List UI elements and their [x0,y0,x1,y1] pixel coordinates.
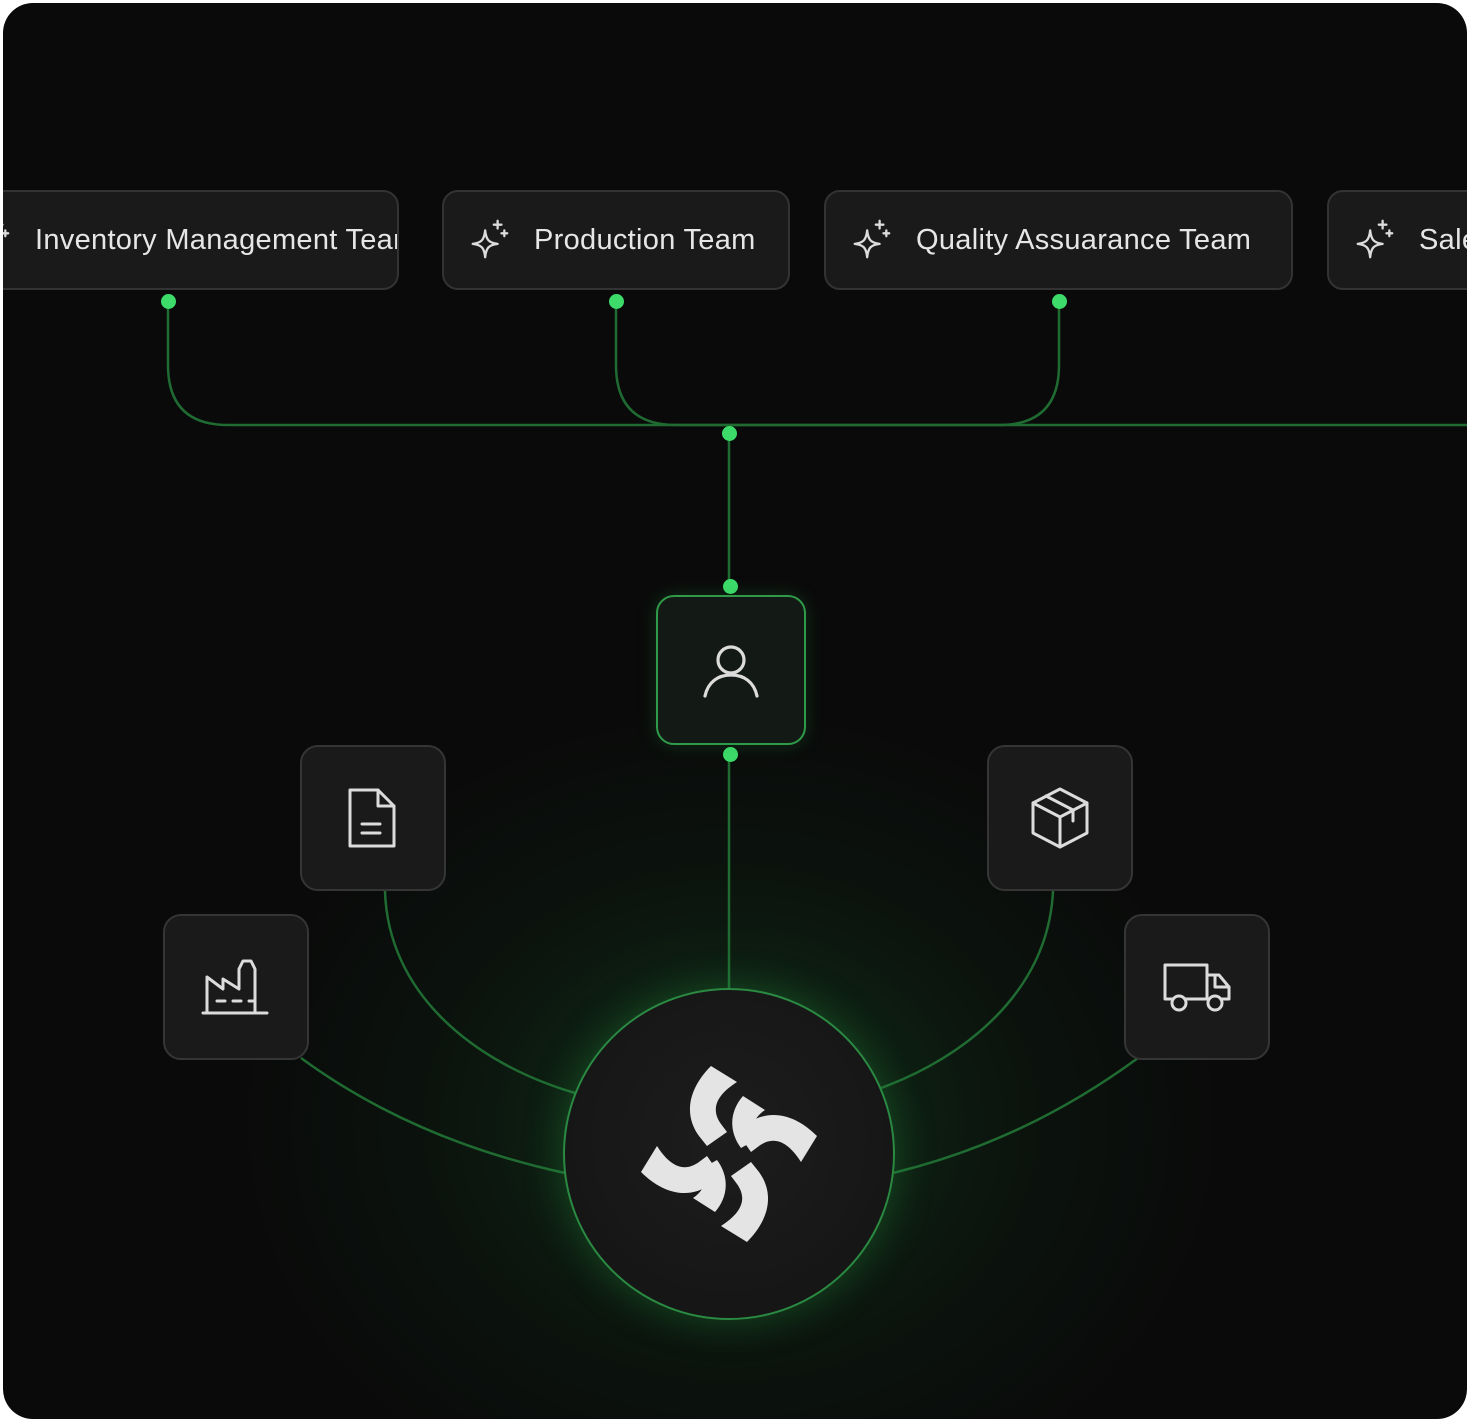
team-card-inventory[interactable]: Inventory Management Team [3,190,399,290]
connector-dot [722,578,738,594]
sparkle-icon [3,223,10,238]
sparkle-icon [853,219,891,259]
connector-dot [721,425,737,441]
user-icon [703,645,759,698]
wire-production [614,301,729,427]
sparkle-icon [1356,219,1394,259]
connector-dot [160,293,176,309]
wire-document-to-hub [383,890,576,1095]
team-label: Quality Assuarance Team [916,223,1252,256]
wire-package-to-hub [880,890,1055,1090]
agent-node[interactable] [656,595,806,745]
connector-dot [608,293,624,309]
sparkle-icon [471,219,509,259]
team-label: Production Team [534,223,756,256]
team-label: Sales Team [1419,223,1467,256]
connector-dot [1051,293,1067,309]
central-hub[interactable] [563,988,895,1320]
package-icon [1031,787,1089,849]
factory-icon [201,959,269,1015]
truck-node[interactable] [1124,914,1270,1060]
document-icon [348,788,396,848]
wire-inventory [166,301,729,427]
truck-icon [1163,963,1231,1012]
wire-truck-to-hub [892,1056,1139,1175]
document-node[interactable] [300,745,446,891]
wire-quality [729,301,1061,427]
team-card-quality[interactable]: Quality Assuarance Team [824,190,1293,290]
team-card-sales[interactable]: Sales Team [1327,190,1467,290]
diagram-canvas: Inventory Management Team Production Tea… [3,3,1467,1419]
factory-node[interactable] [163,914,309,1060]
team-label: Inventory Management Team [35,223,399,256]
connector-dot [722,746,738,762]
package-node[interactable] [987,745,1133,891]
team-card-production[interactable]: Production Team [442,190,790,290]
logo-icon [641,1066,817,1242]
